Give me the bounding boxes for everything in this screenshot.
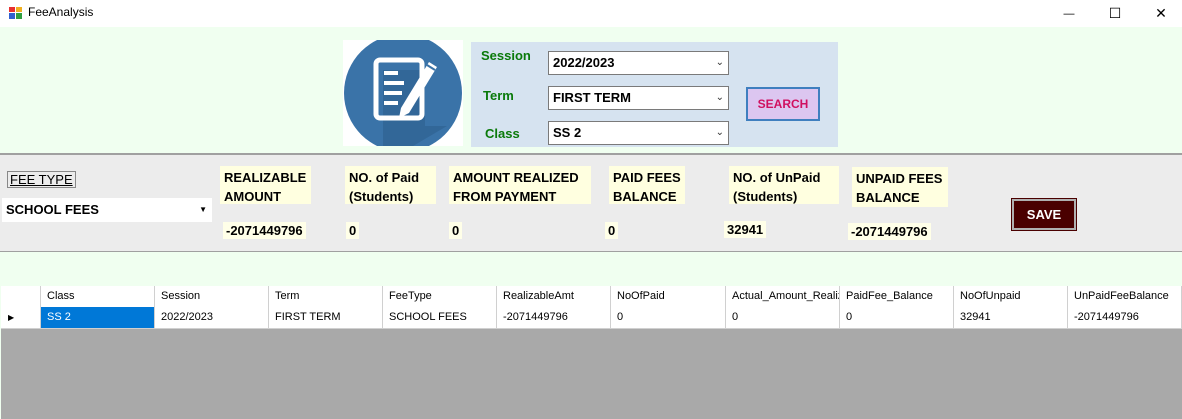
- unpaid-balance-header: UNPAID FEES BALANCE: [852, 167, 948, 207]
- term-label: Term: [483, 88, 514, 103]
- table-cell[interactable]: -2071449796: [1068, 307, 1182, 328]
- close-icon: ✕: [1155, 5, 1167, 21]
- document-pen-logo-icon: [343, 40, 463, 146]
- chevron-down-icon: ⌄: [715, 127, 724, 138]
- no-paid-value: 0: [346, 222, 360, 239]
- session-label: Session: [481, 48, 531, 63]
- minimize-button[interactable]: —: [1046, 0, 1092, 27]
- column-header-actual-amount-realized[interactable]: Actual_Amount_Realiz: [726, 286, 840, 307]
- row-header-corner: [1, 286, 41, 307]
- column-header-noofpaid[interactable]: NoOfPaid: [611, 286, 726, 307]
- table-cell[interactable]: FIRST TERM: [269, 307, 383, 328]
- column-header-term[interactable]: Term: [269, 286, 383, 307]
- table-row[interactable]: ▶ SS 2 2022/2023 FIRST TERM SCHOOL FEES …: [1, 307, 1182, 329]
- realizable-amount-header: REALIZABLE AMOUNT: [220, 166, 311, 204]
- fee-type-label: FEE TYPE: [7, 171, 76, 188]
- paid-balance-header: PAID FEES BALANCE: [609, 166, 685, 204]
- no-unpaid-header: NO. of UnPaid (Students): [729, 166, 839, 204]
- class-dropdown[interactable]: SS 2 ⌄: [548, 121, 729, 145]
- maximize-icon: ☐: [1108, 5, 1122, 21]
- table-cell[interactable]: 0: [611, 307, 726, 328]
- realizable-amount-value: -2071449796: [223, 222, 306, 239]
- no-unpaid-value: 32941: [724, 221, 767, 238]
- session-dropdown[interactable]: 2022/2023 ⌄: [548, 51, 729, 75]
- table-cell[interactable]: 2022/2023: [155, 307, 269, 328]
- data-grid[interactable]: Class Session Term FeeType RealizableAmt…: [1, 286, 1182, 419]
- close-button[interactable]: ✕: [1138, 0, 1182, 27]
- no-paid-header: NO. of Paid (Students): [345, 166, 436, 204]
- amount-realized-header: AMOUNT REALIZED FROM PAYMENT: [449, 166, 591, 204]
- column-header-feetype[interactable]: FeeType: [383, 286, 497, 307]
- table-cell[interactable]: 32941: [954, 307, 1068, 328]
- app-icon: [9, 7, 22, 19]
- class-dropdown-value: SS 2: [553, 125, 582, 140]
- fee-type-dropdown[interactable]: SCHOOL FEES ▼: [2, 198, 212, 222]
- term-dropdown[interactable]: FIRST TERM ⌄: [548, 86, 729, 110]
- dropdown-arrow-icon: ▼: [199, 205, 207, 214]
- search-button[interactable]: SEARCH: [746, 87, 820, 121]
- column-header-unpaidfeebalance[interactable]: UnPaidFeeBalance: [1068, 286, 1182, 307]
- table-cell[interactable]: SCHOOL FEES: [383, 307, 497, 328]
- column-header-noofunpaid[interactable]: NoOfUnpaid: [954, 286, 1068, 307]
- fee-type-dropdown-value: SCHOOL FEES: [6, 202, 99, 217]
- window-title: FeeAnalysis: [28, 5, 94, 19]
- grid-header: Class Session Term FeeType RealizableAmt…: [1, 286, 1182, 308]
- save-button[interactable]: SAVE: [1011, 198, 1077, 231]
- table-cell[interactable]: 0: [726, 307, 840, 328]
- column-header-realizableamt[interactable]: RealizableAmt: [497, 286, 611, 307]
- term-dropdown-value: FIRST TERM: [553, 90, 631, 105]
- minimize-icon: —: [1063, 7, 1075, 20]
- row-header[interactable]: ▶: [1, 307, 41, 328]
- table-cell[interactable]: 0: [840, 307, 954, 328]
- table-cell[interactable]: SS 2: [41, 307, 155, 328]
- class-label: Class: [485, 126, 520, 141]
- title-bar: FeeAnalysis — ☐ ✕: [0, 0, 1182, 27]
- unpaid-balance-value: -2071449796: [848, 223, 931, 240]
- maximize-button[interactable]: ☐: [1092, 0, 1138, 27]
- column-header-class[interactable]: Class: [41, 286, 155, 307]
- chevron-down-icon: ⌄: [715, 57, 724, 68]
- amount-realized-value: 0: [449, 222, 463, 239]
- paid-balance-value: 0: [605, 222, 619, 239]
- table-cell[interactable]: -2071449796: [497, 307, 611, 328]
- session-dropdown-value: 2022/2023: [553, 55, 615, 70]
- chevron-down-icon: ⌄: [715, 92, 724, 103]
- column-header-paidfee-balance[interactable]: PaidFee_Balance: [840, 286, 954, 307]
- current-row-arrow-icon: ▶: [8, 313, 15, 322]
- column-header-session[interactable]: Session: [155, 286, 269, 307]
